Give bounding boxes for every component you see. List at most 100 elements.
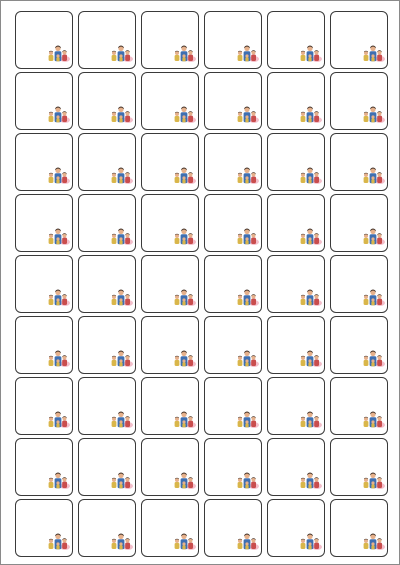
family-photo-icon: [298, 166, 322, 184]
family-photo-icon: [235, 288, 259, 306]
family-photo-icon: [298, 471, 322, 489]
family-photo-icon: [235, 166, 259, 184]
label-cell: [204, 11, 262, 69]
label-cell: [15, 72, 73, 130]
label-grid: [15, 11, 388, 557]
family-photo-icon: [361, 532, 385, 550]
family-photo-icon: [298, 44, 322, 62]
label-cell: [78, 377, 136, 435]
label-cell: [78, 11, 136, 69]
family-photo-icon: [361, 288, 385, 306]
family-photo-icon: [172, 288, 196, 306]
label-cell: [330, 377, 388, 435]
family-photo-icon: [109, 288, 133, 306]
label-cell: [267, 255, 325, 313]
family-photo-icon: [298, 105, 322, 123]
label-cell: [204, 438, 262, 496]
label-cell: [78, 72, 136, 130]
label-cell: [15, 438, 73, 496]
label-cell: [15, 377, 73, 435]
family-photo-icon: [109, 532, 133, 550]
family-photo-icon: [235, 349, 259, 367]
label-cell: [330, 438, 388, 496]
label-cell: [141, 11, 199, 69]
label-cell: [204, 133, 262, 191]
family-photo-icon: [361, 227, 385, 245]
label-cell: [204, 194, 262, 252]
label-cell: [78, 438, 136, 496]
family-photo-icon: [109, 166, 133, 184]
label-cell: [330, 133, 388, 191]
label-cell: [15, 133, 73, 191]
family-photo-icon: [172, 227, 196, 245]
label-cell: [141, 377, 199, 435]
family-photo-icon: [361, 471, 385, 489]
label-cell: [15, 499, 73, 557]
family-photo-icon: [109, 227, 133, 245]
label-cell: [330, 72, 388, 130]
label-cell: [267, 194, 325, 252]
family-photo-icon: [109, 44, 133, 62]
label-cell: [330, 11, 388, 69]
family-photo-icon: [235, 227, 259, 245]
label-cell: [267, 438, 325, 496]
family-photo-icon: [46, 349, 70, 367]
family-photo-icon: [46, 471, 70, 489]
label-cell: [78, 499, 136, 557]
family-photo-icon: [46, 288, 70, 306]
family-photo-icon: [235, 410, 259, 428]
family-photo-icon: [172, 349, 196, 367]
family-photo-icon: [235, 471, 259, 489]
label-cell: [141, 194, 199, 252]
family-photo-icon: [298, 410, 322, 428]
label-cell: [141, 72, 199, 130]
label-sheet: [0, 0, 400, 565]
family-photo-icon: [361, 44, 385, 62]
label-cell: [204, 72, 262, 130]
family-photo-icon: [172, 44, 196, 62]
family-photo-icon: [172, 166, 196, 184]
family-photo-icon: [46, 166, 70, 184]
family-photo-icon: [361, 349, 385, 367]
family-photo-icon: [235, 532, 259, 550]
label-cell: [267, 72, 325, 130]
label-cell: [141, 438, 199, 496]
family-photo-icon: [361, 105, 385, 123]
family-photo-icon: [298, 227, 322, 245]
family-photo-icon: [298, 532, 322, 550]
family-photo-icon: [298, 349, 322, 367]
label-cell: [15, 255, 73, 313]
label-cell: [78, 194, 136, 252]
family-photo-icon: [235, 44, 259, 62]
family-photo-icon: [109, 349, 133, 367]
label-cell: [267, 377, 325, 435]
family-photo-icon: [361, 166, 385, 184]
label-cell: [330, 316, 388, 374]
label-cell: [78, 133, 136, 191]
label-cell: [141, 255, 199, 313]
label-cell: [204, 255, 262, 313]
label-cell: [15, 11, 73, 69]
label-cell: [141, 499, 199, 557]
label-cell: [141, 316, 199, 374]
family-photo-icon: [235, 105, 259, 123]
label-cell: [204, 316, 262, 374]
label-cell: [267, 316, 325, 374]
family-photo-icon: [46, 410, 70, 428]
family-photo-icon: [172, 105, 196, 123]
family-photo-icon: [46, 105, 70, 123]
family-photo-icon: [46, 44, 70, 62]
family-photo-icon: [298, 288, 322, 306]
family-photo-icon: [109, 105, 133, 123]
label-cell: [15, 194, 73, 252]
label-cell: [267, 499, 325, 557]
family-photo-icon: [109, 471, 133, 489]
label-cell: [267, 133, 325, 191]
label-cell: [267, 11, 325, 69]
family-photo-icon: [361, 410, 385, 428]
family-photo-icon: [109, 410, 133, 428]
label-cell: [330, 255, 388, 313]
label-cell: [15, 316, 73, 374]
label-cell: [204, 499, 262, 557]
family-photo-icon: [46, 532, 70, 550]
